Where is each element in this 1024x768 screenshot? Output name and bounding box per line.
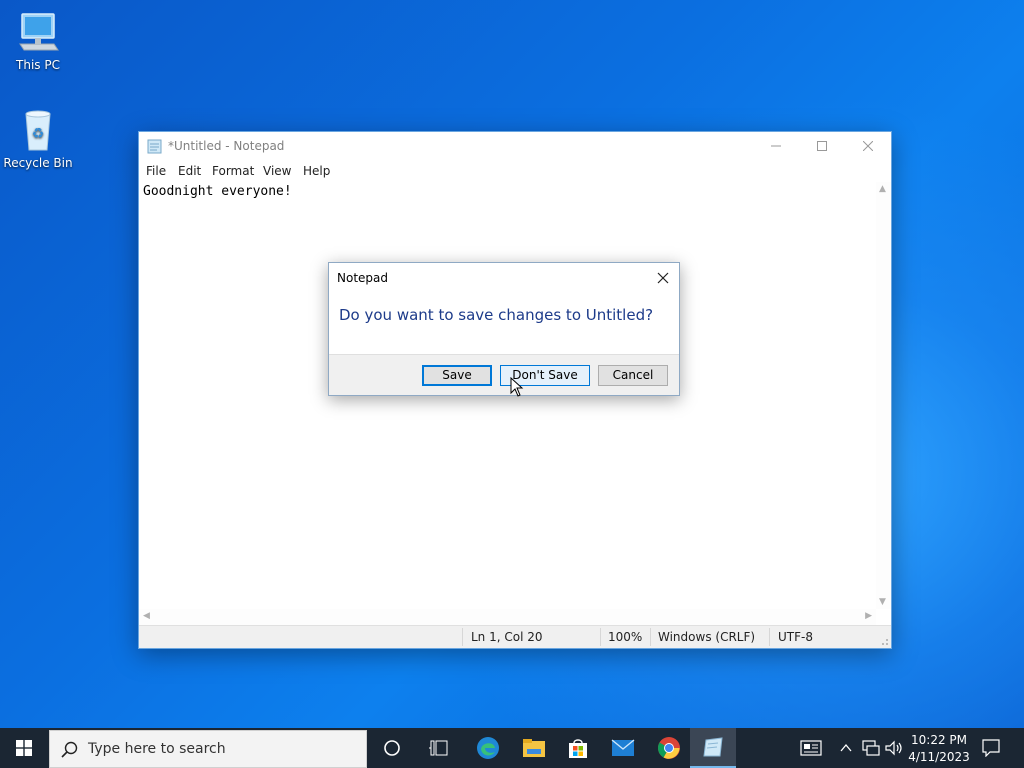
store-icon	[569, 739, 587, 758]
chrome-button[interactable]	[646, 728, 692, 768]
notepad-icon	[147, 139, 162, 154]
mail-button[interactable]	[600, 728, 646, 768]
clock-date: 4/11/2023	[908, 750, 970, 764]
menu-edit[interactable]: Edit	[178, 164, 201, 178]
windows-logo-icon	[16, 740, 32, 756]
news-button[interactable]	[788, 728, 834, 768]
notepad-icon	[703, 737, 723, 757]
maximize-icon	[817, 141, 827, 151]
this-pc-icon	[19, 13, 59, 51]
task-view-icon	[429, 740, 448, 756]
desktop-icon-recycle-bin[interactable]: ♻ Recycle Bin	[0, 108, 76, 170]
status-separator	[462, 628, 463, 646]
scroll-up-icon[interactable]: ▲	[879, 184, 886, 194]
taskbar: Type here to search 10:22 PM 4/11/2023	[0, 728, 1024, 768]
menu-help[interactable]: Help	[303, 164, 330, 178]
cursor-position: Ln 1, Col 20	[471, 630, 543, 644]
encoding: UTF-8	[778, 630, 813, 644]
minimize-button[interactable]	[753, 132, 799, 160]
chrome-icon	[658, 737, 680, 759]
minimize-icon	[771, 145, 781, 147]
scroll-right-icon[interactable]: ▶	[865, 611, 872, 621]
news-icon	[800, 740, 822, 756]
search-icon	[61, 741, 78, 758]
close-button[interactable]	[845, 132, 891, 160]
title-bar[interactable]: *Untitled - Notepad	[139, 132, 891, 160]
dialog-button-bar: Save Don't Save Cancel	[329, 354, 679, 395]
file-explorer-icon	[523, 739, 545, 757]
show-hidden-icons-icon[interactable]	[840, 743, 852, 753]
window-title: *Untitled - Notepad	[168, 139, 285, 153]
notepad-taskbar-button[interactable]	[690, 728, 736, 768]
notifications-icon	[982, 739, 1000, 757]
scroll-left-icon[interactable]: ◀	[143, 611, 150, 621]
menu-bar: File Edit Format View Help	[139, 160, 891, 182]
menu-format[interactable]: Format	[212, 164, 254, 178]
edge-icon	[477, 737, 499, 759]
mail-icon	[611, 739, 635, 756]
clock-time: 10:22 PM	[911, 733, 967, 747]
clock[interactable]: 10:22 PM 4/11/2023	[906, 731, 972, 767]
vertical-scrollbar[interactable]: ▲ ▼	[876, 182, 891, 609]
close-icon	[863, 141, 873, 151]
line-ending: Windows (CRLF)	[658, 630, 756, 644]
recycle-bin-icon: ♻	[25, 110, 51, 151]
mouse-cursor-icon	[510, 377, 524, 397]
svg-text:♻: ♻	[32, 126, 45, 142]
save-changes-dialog: Notepad Do you want to save changes to U…	[328, 262, 680, 396]
edge-button[interactable]	[465, 728, 511, 768]
cortana-icon	[384, 740, 400, 756]
network-icon[interactable]	[862, 740, 880, 756]
resize-grip-icon[interactable]	[879, 636, 889, 646]
taskbar-search-box[interactable]: Type here to search	[49, 730, 367, 768]
dialog-message: Do you want to save changes to Untitled?	[339, 306, 654, 324]
status-bar: Ln 1, Col 20 100% Windows (CRLF) UTF-8	[139, 625, 891, 648]
menu-view[interactable]: View	[263, 164, 291, 178]
file-explorer-button[interactable]	[511, 728, 557, 768]
desktop-icon-label: This PC	[16, 58, 60, 72]
cancel-button[interactable]: Cancel	[598, 365, 668, 386]
search-placeholder: Type here to search	[88, 741, 226, 757]
task-view-button[interactable]	[416, 728, 462, 768]
dialog-close-button[interactable]	[655, 268, 671, 286]
scroll-down-icon[interactable]: ▼	[879, 597, 886, 607]
maximize-button[interactable]	[799, 132, 845, 160]
start-button[interactable]	[1, 728, 47, 768]
save-button[interactable]: Save	[422, 365, 492, 386]
horizontal-scrollbar[interactable]: ◀ ▶	[139, 609, 876, 626]
status-separator	[650, 628, 651, 646]
action-center-button[interactable]	[968, 728, 1014, 768]
menu-file[interactable]: File	[146, 164, 166, 178]
status-separator	[600, 628, 601, 646]
close-icon	[657, 272, 669, 284]
desktop-icon-this-pc[interactable]: This PC	[0, 10, 76, 72]
desktop-icon-label: Recycle Bin	[3, 156, 73, 170]
store-button[interactable]	[555, 728, 601, 768]
cortana-button[interactable]	[369, 728, 415, 768]
volume-icon[interactable]	[885, 740, 903, 756]
status-separator	[769, 628, 770, 646]
dialog-title: Notepad	[337, 271, 388, 285]
zoom-level: 100%	[608, 630, 643, 644]
